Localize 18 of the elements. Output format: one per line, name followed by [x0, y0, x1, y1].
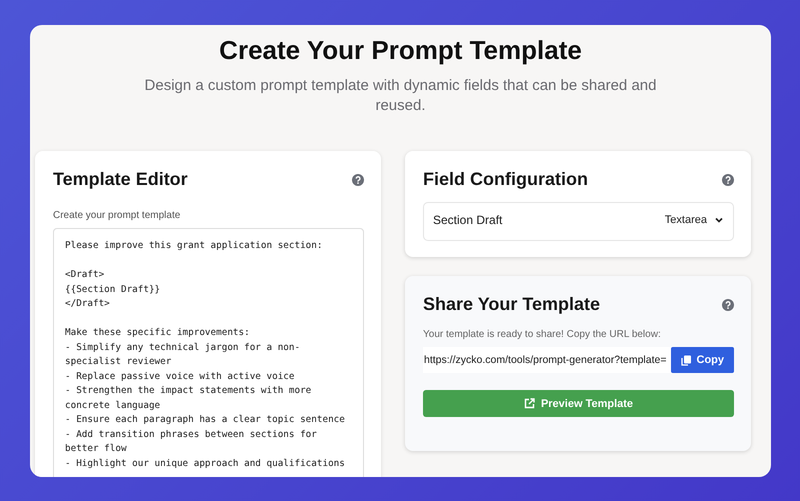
copy-icon [680, 354, 692, 366]
external-link-icon [524, 398, 535, 409]
panel-title: Field Configuration [423, 169, 588, 190]
help-icon[interactable] [352, 174, 364, 186]
copy-button[interactable]: Copy [670, 347, 734, 373]
share-message: Your template is ready to share! Copy the URL below: [423, 329, 662, 340]
caret-icon [715, 217, 723, 223]
template-field[interactable]: Please improve this grant application section: <Draft> {{Section Draft}} </Draft> Make these specific improvements: - Simplify any technical jargon for a non-specialist reviewer - Replace passive voice with active voice - Strengthen the impact statements with more concrete language - Ensure each paragraph has a clear topic sentence - Add transition phrases between sections for better flow - Highlight our unique approach and qualifications [53, 228, 364, 477]
help-icon[interactable] [722, 174, 734, 186]
field-name: Section Draft [433, 213, 502, 227]
field-type-select[interactable]: Textarea [664, 214, 723, 226]
field-label: Create your prompt template [53, 210, 182, 221]
page-title: Create Your Prompt Template [219, 35, 582, 66]
panel-title: Share Your Template [423, 294, 600, 315]
page-subtitle: Design a custom prompt template with dynamic fields that can be shared and reused. [144, 76, 658, 116]
url-field[interactable]: https://zycko.com/tools/prompt-generator?template= [423, 347, 670, 373]
help-icon[interactable] [722, 298, 734, 310]
panel-title: Template Editor [53, 169, 188, 190]
